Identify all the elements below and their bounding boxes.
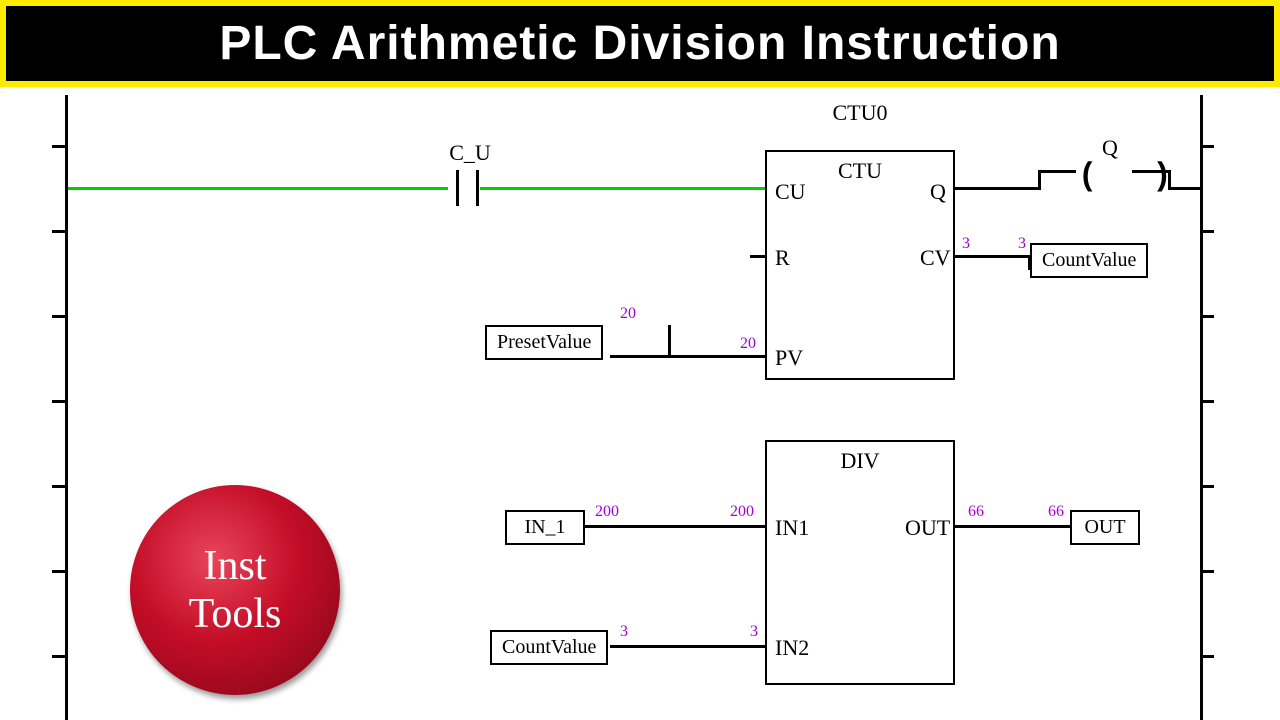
in1-v2: 200: [730, 503, 754, 521]
pin-pv: PV: [775, 345, 803, 371]
wire: [610, 355, 670, 358]
rail-tick: [52, 145, 66, 148]
rail-tick: [1200, 655, 1214, 658]
pin-q: Q: [930, 179, 946, 205]
pv-val-1: 20: [620, 305, 636, 323]
block-type: DIV: [767, 448, 953, 474]
wire: [668, 355, 765, 358]
coil-label: Q: [1070, 135, 1150, 161]
wire: [1038, 170, 1041, 190]
rail-tick: [52, 400, 66, 403]
rail-tick: [1200, 400, 1214, 403]
rail-tick: [52, 230, 66, 233]
pin-cv: CV: [920, 245, 951, 271]
in2-v1: 3: [620, 623, 628, 641]
ladder-canvas: C_U CTU CTU0 CU R PV Q CV ( ) Q 3 3 Coun…: [0, 95, 1280, 720]
wire: [750, 255, 765, 258]
wire: [68, 187, 448, 190]
cv-val-near: 3: [962, 235, 970, 253]
rail-tick: [1200, 145, 1214, 148]
wire: [955, 255, 1030, 258]
out-v1: 66: [968, 503, 984, 521]
pv-val-2: 20: [740, 335, 756, 353]
wire: [955, 187, 1040, 190]
pin-cu: CU: [775, 179, 806, 205]
logo-l1: Inst: [204, 542, 267, 590]
rail-tick: [52, 485, 66, 488]
countvalue-tag: CountValue: [1030, 243, 1148, 278]
block-instance: CTU0: [765, 100, 955, 126]
rail-tick: [52, 315, 66, 318]
wire: [668, 325, 671, 358]
wire: [585, 525, 765, 528]
out-v2: 66: [1048, 503, 1064, 521]
in1-v1: 200: [595, 503, 619, 521]
pin-out: OUT: [905, 515, 950, 541]
presetvalue-tag: PresetValue: [485, 325, 603, 360]
in1-tag: IN_1: [505, 510, 585, 545]
logo-l2: Tools: [189, 590, 282, 638]
rail-tick: [52, 655, 66, 658]
rail-tick: [52, 570, 66, 573]
in2-tag: CountValue: [490, 630, 608, 665]
out-tag: OUT: [1070, 510, 1140, 545]
cv-val-far: 3: [1018, 235, 1026, 253]
rail-tick: [1200, 570, 1214, 573]
pin-in1: IN1: [775, 515, 809, 541]
pin-r: R: [775, 245, 790, 271]
rail-tick: [1200, 485, 1214, 488]
wire: [610, 645, 765, 648]
pin-in2: IN2: [775, 635, 809, 661]
wire: [1038, 170, 1076, 173]
wire: [1168, 187, 1202, 190]
rail-tick: [1200, 315, 1214, 318]
in2-v2: 3: [750, 623, 758, 641]
rail-tick: [1200, 230, 1214, 233]
page-title: PLC Arithmetic Division Instruction: [0, 0, 1280, 87]
wire: [480, 187, 765, 190]
wire: [955, 525, 1070, 528]
inst-tools-logo: Inst Tools: [130, 485, 340, 695]
wire: [1132, 170, 1170, 173]
contact-label: C_U: [430, 140, 510, 166]
